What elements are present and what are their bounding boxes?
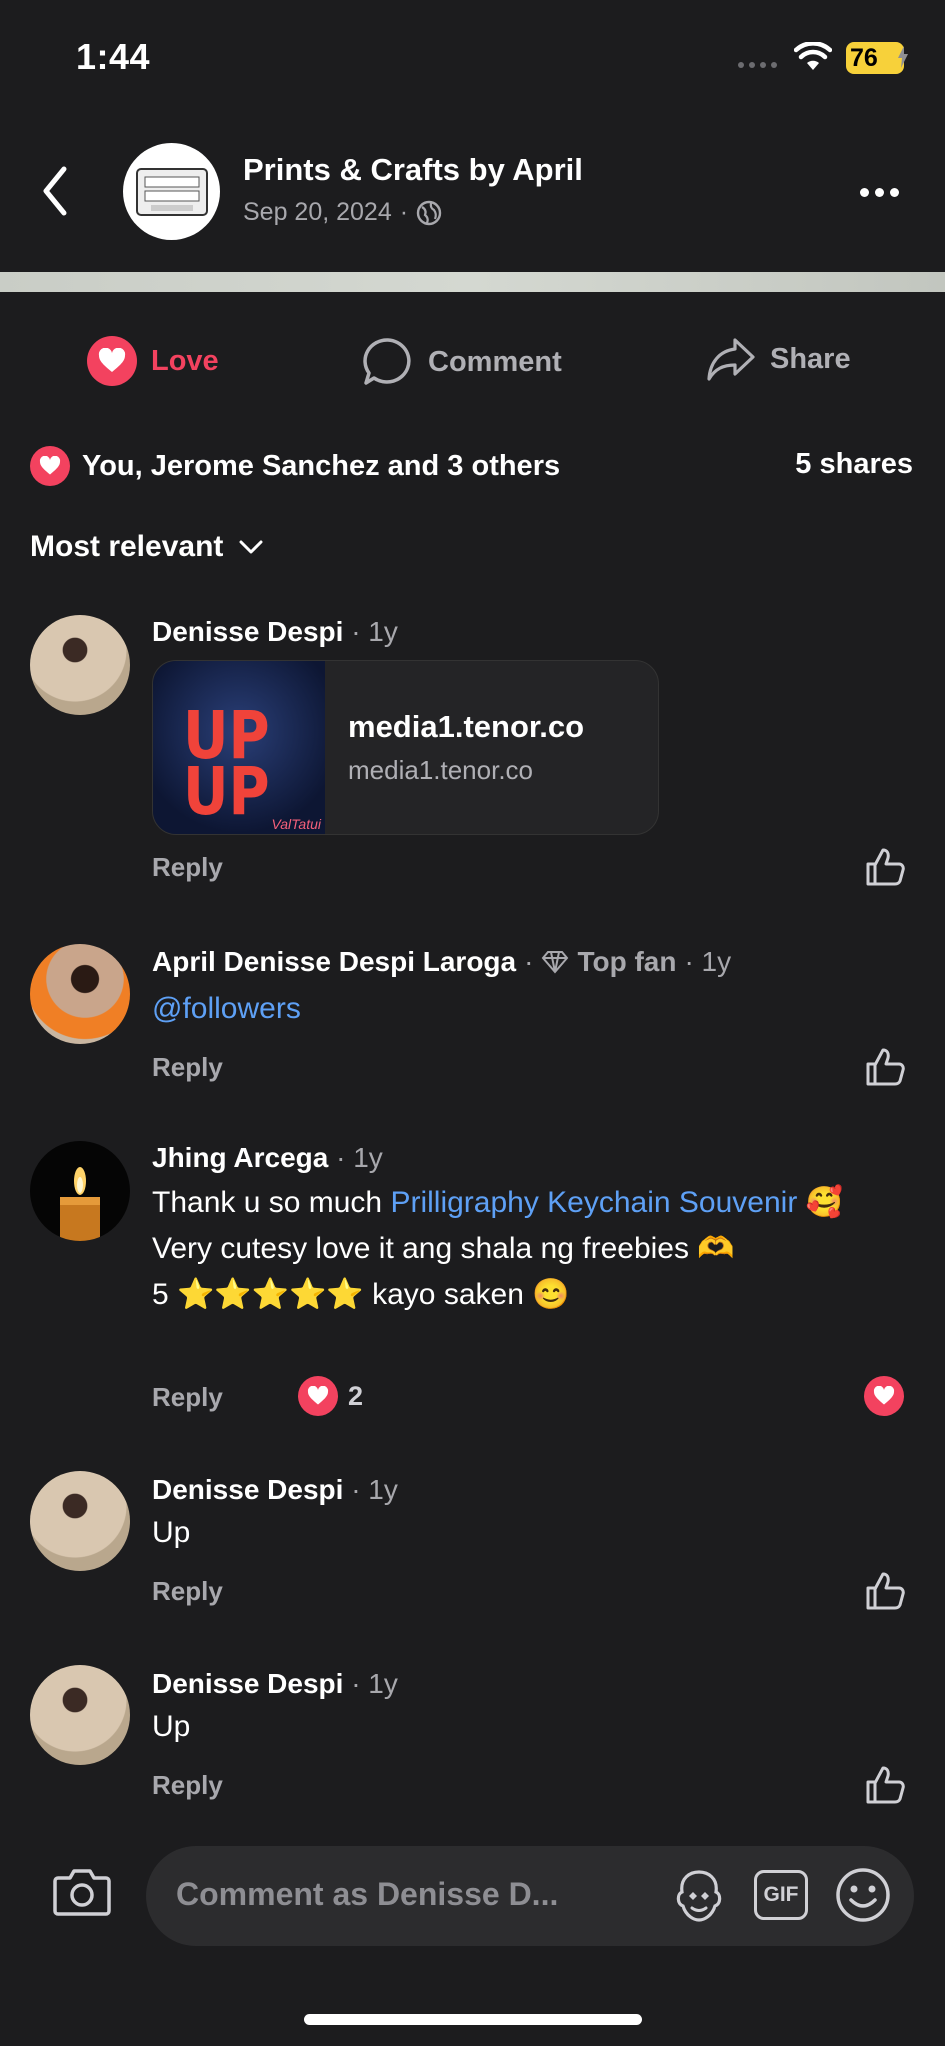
reaction-heart-icon bbox=[298, 1376, 338, 1416]
like-thumb-icon[interactable] bbox=[864, 1046, 906, 1088]
page-name[interactable]: Prints & Crafts by April bbox=[243, 152, 583, 188]
reaction-heart-icon bbox=[30, 446, 70, 486]
wifi-icon bbox=[794, 42, 832, 70]
comment-age: · 1y bbox=[351, 1668, 398, 1699]
avatar[interactable] bbox=[30, 1471, 130, 1571]
comment-author[interactable]: Jhing Arcega · 1y bbox=[152, 1142, 383, 1174]
page-logo-icon bbox=[135, 167, 208, 216]
author-name: Denisse Despi bbox=[152, 616, 344, 647]
author-name: Denisse Despi bbox=[152, 1668, 344, 1699]
comment-text[interactable]: @followers bbox=[152, 986, 301, 1032]
share-button[interactable]: Share bbox=[706, 336, 851, 382]
sort-dropdown[interactable]: Most relevant bbox=[30, 530, 263, 564]
reply-button[interactable]: Reply bbox=[152, 1052, 223, 1083]
comment-author[interactable]: Denisse Despi · 1y bbox=[152, 616, 398, 648]
comment-text: Up bbox=[152, 1710, 191, 1743]
comment-author[interactable]: April Denisse Despi Laroga · Top fan · 1… bbox=[152, 946, 731, 978]
love-button[interactable]: Love bbox=[87, 336, 219, 386]
comment-age: · 1y bbox=[351, 616, 398, 647]
love-label: Love bbox=[151, 344, 219, 377]
chevron-down-icon bbox=[239, 540, 263, 554]
comment-emoji: 🥰 bbox=[797, 1186, 844, 1219]
reaction-count: 2 bbox=[348, 1380, 364, 1411]
battery-icon: 76 bbox=[846, 42, 904, 74]
post-image-preview[interactable] bbox=[0, 272, 945, 292]
love-heart-icon bbox=[87, 336, 137, 386]
like-thumb-icon[interactable] bbox=[864, 1570, 906, 1612]
more-options-icon[interactable] bbox=[860, 188, 899, 197]
avatar[interactable] bbox=[30, 1141, 130, 1241]
diamond-icon bbox=[542, 951, 569, 974]
author-name: April Denisse Despi Laroga bbox=[152, 946, 517, 977]
meta-separator: · bbox=[399, 198, 409, 226]
sort-label: Most relevant bbox=[30, 530, 224, 563]
page-avatar[interactable] bbox=[123, 143, 220, 240]
composer-actions: GIF bbox=[670, 1866, 892, 1924]
badge-separator: · bbox=[524, 946, 534, 977]
author-name: Jhing Arcega bbox=[152, 1142, 329, 1173]
avatar-sticker-icon[interactable] bbox=[670, 1866, 728, 1924]
comment-button[interactable]: Comment bbox=[362, 336, 562, 388]
charging-bolt-icon bbox=[898, 46, 908, 68]
comment-reactions[interactable]: 2 bbox=[298, 1376, 363, 1416]
avatar[interactable] bbox=[30, 944, 130, 1044]
avatar[interactable] bbox=[30, 615, 130, 715]
comment-bubble-icon bbox=[363, 338, 411, 385]
comment-text: Up bbox=[152, 1516, 191, 1549]
reactions-summary[interactable]: You, Jerome Sanchez and 3 others bbox=[30, 446, 560, 486]
reply-button[interactable]: Reply bbox=[152, 1576, 223, 1607]
battery-level: 76 bbox=[850, 44, 878, 72]
post-date[interactable]: Sep 20, 2024 bbox=[243, 198, 392, 227]
comment-age: · 1y bbox=[336, 1142, 383, 1173]
back-arrow-icon[interactable] bbox=[40, 165, 70, 217]
emoji-icon[interactable] bbox=[834, 1866, 892, 1924]
comment-input[interactable]: Comment as Denisse D... bbox=[176, 1876, 558, 1913]
comment-author[interactable]: Denisse Despi · 1y bbox=[152, 1668, 398, 1700]
mentioned-page-link[interactable]: Prilligraphy Keychain Souvenir bbox=[390, 1186, 797, 1219]
share-label: Share bbox=[770, 342, 851, 375]
link-domain: media1.tenor.co bbox=[348, 755, 534, 785]
link-preview-card[interactable]: UP UP ValTatui media1.tenor.co media1.te… bbox=[152, 660, 659, 835]
comment-composer[interactable]: Comment as Denisse D... GIF bbox=[146, 1846, 914, 1946]
author-name: Denisse Despi bbox=[152, 1474, 344, 1505]
status-time: 1:44 bbox=[76, 36, 151, 77]
comment-text-part: Thank u so much bbox=[152, 1186, 391, 1219]
avatar[interactable] bbox=[30, 1665, 130, 1765]
gif-thumbnail: UP UP ValTatui bbox=[153, 661, 325, 834]
post-meta: Sep 20, 2024 · bbox=[243, 198, 442, 227]
comment-age: · 1y bbox=[351, 1474, 398, 1505]
loved-heart-icon[interactable] bbox=[864, 1376, 904, 1416]
like-thumb-icon[interactable] bbox=[864, 1764, 906, 1806]
top-fan-badge: Top fan bbox=[577, 946, 677, 977]
gif-text-line: UP bbox=[183, 753, 270, 830]
like-thumb-icon[interactable] bbox=[864, 846, 906, 888]
comment-text-line: 5 ⭐⭐⭐⭐⭐ kayo saken 😊 bbox=[152, 1278, 570, 1311]
globe-icon bbox=[416, 200, 442, 225]
reply-button[interactable]: Reply bbox=[152, 852, 223, 883]
cellular-signal-icon bbox=[738, 62, 777, 68]
comment-text-line: Very cutesy love it ang shala ng freebie… bbox=[152, 1232, 735, 1265]
gif-signature: ValTatui bbox=[271, 816, 321, 832]
gif-icon[interactable]: GIF bbox=[754, 1870, 808, 1920]
camera-icon[interactable] bbox=[52, 1866, 112, 1918]
share-arrow-icon bbox=[707, 338, 755, 381]
comment-text: Thank u so much Prilligraphy Keychain So… bbox=[152, 1180, 892, 1318]
candle-image bbox=[60, 1167, 100, 1241]
reply-button[interactable]: Reply bbox=[152, 1382, 223, 1413]
comment-age: · 1y bbox=[684, 946, 732, 977]
reply-button[interactable]: Reply bbox=[152, 1770, 223, 1801]
comment-author[interactable]: Denisse Despi · 1y bbox=[152, 1474, 398, 1506]
shares-count[interactable]: 5 shares bbox=[795, 448, 913, 481]
home-indicator[interactable] bbox=[304, 2014, 642, 2025]
link-title: media1.tenor.co bbox=[348, 709, 585, 744]
reactions-text: You, Jerome Sanchez and 3 others bbox=[82, 449, 561, 482]
comment-label: Comment bbox=[428, 345, 562, 378]
